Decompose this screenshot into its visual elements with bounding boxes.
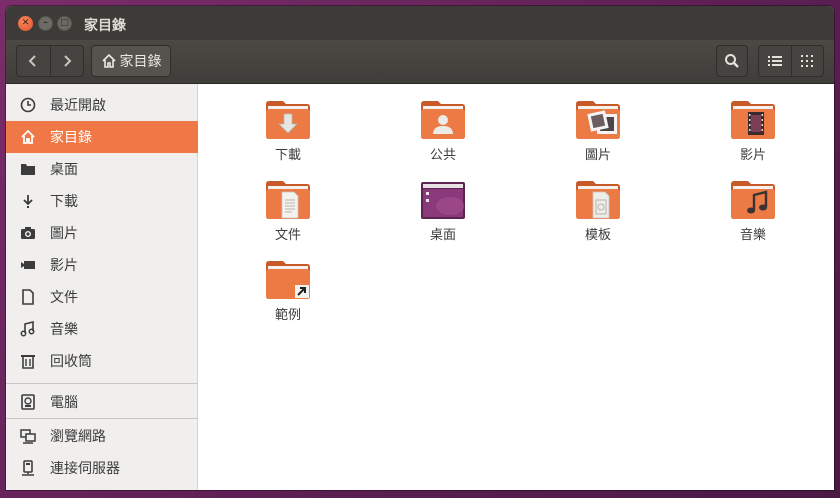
folder-item-templates[interactable]: 模板 (538, 180, 658, 252)
folder-item-videos[interactable]: 影片 (693, 100, 813, 172)
folder-item-public[interactable]: 公共 (383, 100, 503, 172)
sidebar-item-documents[interactable]: 文件 (6, 281, 198, 313)
network-icon (20, 429, 36, 444)
public-folder-icon (421, 101, 465, 139)
sidebar-item-videos[interactable]: 影片 (6, 249, 198, 281)
toolbar: 家目錄 (6, 40, 834, 84)
minimize-window-button[interactable]: – (38, 16, 53, 31)
downloads-folder-icon (266, 101, 310, 139)
file-label: 模板 (584, 228, 611, 243)
search-button[interactable] (716, 45, 748, 77)
trash-icon (21, 355, 35, 369)
file-label: 下載 (274, 148, 301, 163)
sidebar-item-home[interactable]: 家目錄 (6, 121, 198, 153)
sidebar-item-label: 回收筒 (50, 354, 92, 370)
sidebar-separator (6, 383, 198, 384)
sidebar-item-network[interactable]: 瀏覽網路 (6, 420, 198, 452)
sidebar-item-recent[interactable]: 最近開啟 (6, 89, 198, 121)
folder-item-pictures[interactable]: 圖片 (538, 100, 658, 172)
clock-icon (20, 97, 36, 113)
back-arrow-icon (28, 55, 36, 67)
folder-item-downloads[interactable]: 下載 (228, 100, 348, 172)
templates-folder-icon (576, 181, 620, 219)
sidebar-item-label: 影片 (50, 258, 78, 274)
sidebar-item-label: 桌面 (50, 162, 78, 178)
sidebar-separator (6, 418, 198, 419)
hard-drive-icon (21, 394, 35, 410)
sidebar-item-label: 電腦 (50, 395, 78, 411)
sidebar-item-pictures[interactable]: 圖片 (6, 217, 198, 249)
file-label: 影片 (739, 148, 766, 163)
sidebar-item-label: 圖片 (50, 226, 78, 242)
path-bar-home-button[interactable]: 家目錄 (91, 45, 171, 77)
file-label: 公共 (429, 148, 456, 163)
list-view-button[interactable] (759, 46, 791, 76)
sidebar-item-downloads[interactable]: 下載 (6, 185, 198, 217)
sidebar-item-label: 音樂 (50, 322, 78, 338)
home-icon (21, 129, 35, 144)
sidebar-item-label: 連接伺服器 (50, 461, 120, 477)
file-label: 文件 (274, 228, 301, 243)
video-camera-icon (21, 261, 35, 269)
examples-link-folder-icon (266, 261, 310, 299)
forward-button[interactable] (49, 46, 84, 76)
folder-item-desktop[interactable]: 桌面 (383, 180, 503, 252)
close-window-button[interactable]: ✕ (18, 16, 33, 31)
sidebar-item-label: 最近開啟 (50, 98, 106, 114)
file-view: 下載 公共 圖片 影片 文件 桌面 模板 音樂 範例 (199, 84, 834, 490)
list-view-icon (767, 56, 782, 66)
maximize-window-button[interactable]: □ (57, 16, 72, 31)
grid-view-button[interactable] (790, 46, 824, 76)
music-folder-icon (731, 181, 775, 219)
desktop-folder-icon (21, 164, 35, 175)
title-bar: ✕ – □ 家目錄 (6, 6, 834, 40)
documents-folder-icon (266, 181, 310, 219)
home-icon (101, 53, 116, 68)
file-label: 範例 (274, 308, 301, 323)
folder-item-music[interactable]: 音樂 (693, 180, 813, 252)
sidebar-item-desktop[interactable]: 桌面 (6, 153, 198, 185)
sidebar-item-trash[interactable]: 回收筒 (6, 345, 198, 377)
download-arrow-icon (23, 195, 33, 208)
path-bar-label: 家目錄 (119, 54, 162, 70)
folder-item-documents[interactable]: 文件 (228, 180, 348, 252)
grid-view-icon (801, 55, 814, 67)
sidebar-item-label: 家目錄 (50, 130, 92, 146)
music-note-icon (20, 321, 35, 337)
camera-icon (21, 227, 35, 239)
forward-arrow-icon (64, 55, 72, 67)
document-icon (22, 289, 34, 305)
sidebar-item-computer[interactable]: 電腦 (6, 386, 198, 418)
server-icon (22, 460, 34, 476)
sidebar-item-label: 瀏覽網路 (50, 429, 106, 445)
desktop-folder-icon (421, 182, 465, 219)
file-manager-window: ✕ – □ 家目錄 家目錄 最近開啟 家目錄 桌面 下載 圖片 影片 文件 音樂… (6, 6, 834, 490)
sidebar-item-connect-server[interactable]: 連接伺服器 (6, 452, 198, 484)
file-label: 桌面 (429, 228, 456, 243)
search-icon (725, 54, 739, 68)
file-label: 音樂 (739, 228, 766, 243)
sidebar-item-label: 文件 (50, 290, 78, 306)
view-mode-buttons (758, 45, 824, 77)
back-button[interactable] (17, 46, 50, 76)
sidebar-item-music[interactable]: 音樂 (6, 313, 198, 345)
window-title: 家目錄 (84, 18, 126, 34)
pictures-folder-icon (576, 101, 620, 139)
navigation-buttons (16, 45, 84, 77)
videos-folder-icon (731, 101, 775, 139)
sidebar-item-label: 下載 (50, 194, 78, 210)
folder-item-examples[interactable]: 範例 (228, 260, 348, 332)
file-label: 圖片 (584, 148, 611, 163)
places-sidebar: 最近開啟 家目錄 桌面 下載 圖片 影片 文件 音樂 回收筒 電腦 瀏覽網路 連… (6, 84, 198, 490)
